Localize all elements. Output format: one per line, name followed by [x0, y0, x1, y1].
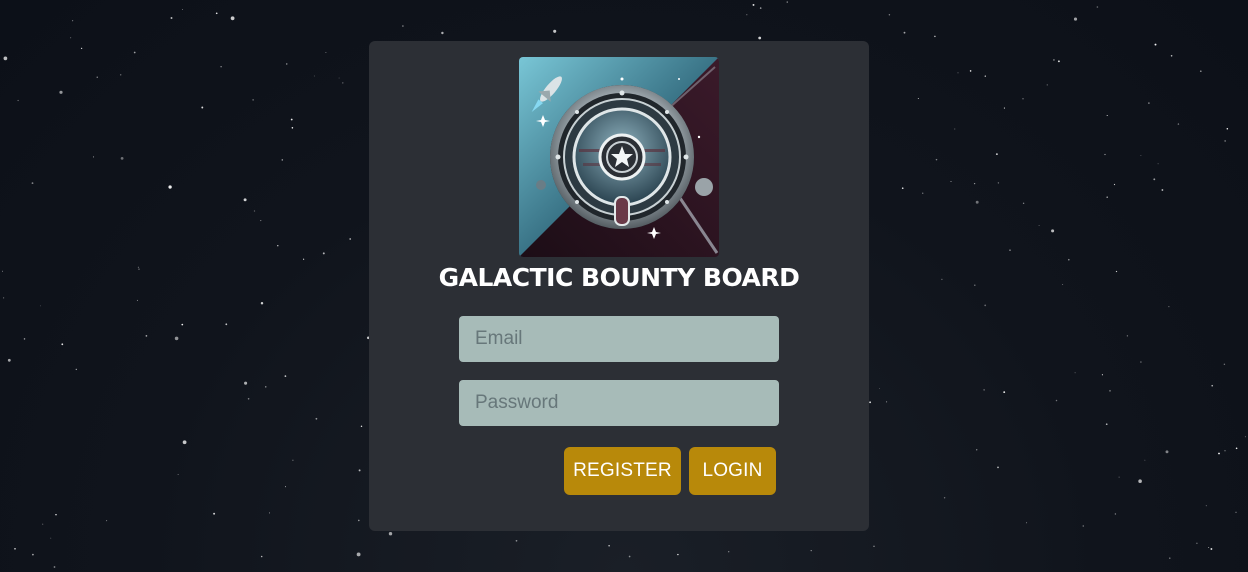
register-button[interactable]: REGISTER: [564, 447, 681, 495]
space-emblem-icon: [519, 57, 719, 257]
page-title: GALACTIC BOUNTY BOARD: [438, 263, 800, 292]
password-input[interactable]: [459, 380, 779, 426]
login-button[interactable]: LOGIN: [689, 447, 776, 495]
email-input[interactable]: [459, 316, 779, 362]
login-card: GALACTIC BOUNTY BOARD REGISTER LOGIN: [369, 41, 869, 531]
